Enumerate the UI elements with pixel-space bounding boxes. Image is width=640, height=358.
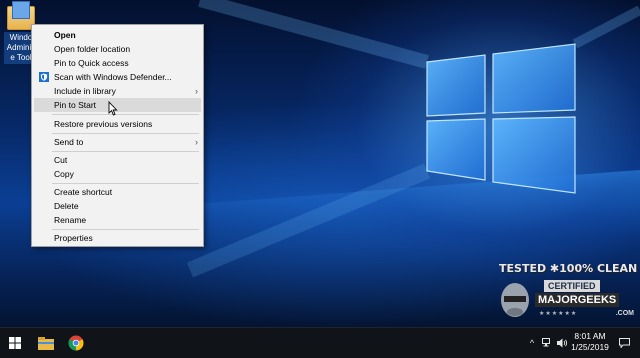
- windows-start-icon: [9, 337, 21, 349]
- watermark-line3: MAJORGEEKS: [535, 293, 620, 307]
- menu-separator: [52, 229, 199, 230]
- windows-defender-icon: [39, 72, 49, 82]
- majorgeeks-watermark: TESTED ✱100% CLEAN CERTIFIED MAJORGEEKS …: [497, 262, 638, 324]
- watermark-line2: CERTIFIED: [544, 280, 600, 292]
- menu-item-create-shortcut[interactable]: Create shortcut: [34, 185, 201, 199]
- menu-item-properties[interactable]: Properties: [34, 231, 201, 245]
- file-explorer-button[interactable]: [31, 328, 61, 358]
- menu-item-label: Restore previous versions: [54, 119, 153, 129]
- menu-item-label: Scan with Windows Defender...: [54, 72, 172, 82]
- menu-item-label: Copy: [54, 169, 74, 179]
- chevron-right-icon: ›: [195, 137, 198, 147]
- chevron-right-icon: ›: [195, 86, 198, 96]
- menu-item-send-to[interactable]: Send to ›: [34, 135, 201, 149]
- clock-date: 1/25/2019: [571, 342, 609, 352]
- menu-item-scan-defender[interactable]: Scan with Windows Defender...: [34, 70, 201, 84]
- context-menu: Open Open folder location Pin to Quick a…: [31, 24, 204, 247]
- menu-item-copy[interactable]: Copy: [34, 167, 201, 181]
- start-button[interactable]: [0, 328, 30, 358]
- clock-time: 8:01 AM: [574, 331, 606, 341]
- taskbar: ^ 8:01 AM 1/25/2019: [0, 327, 640, 358]
- network-glyph-icon: [541, 338, 550, 347]
- mouse-cursor-icon: [108, 101, 118, 116]
- watermark-line1: TESTED ✱100% CLEAN: [499, 262, 638, 275]
- menu-item-label: Create shortcut: [54, 187, 113, 197]
- menu-separator: [52, 183, 199, 184]
- menu-item-label: Properties: [54, 233, 93, 243]
- menu-separator: [52, 133, 199, 134]
- menu-item-label: Send to: [54, 137, 84, 147]
- menu-item-rename[interactable]: Rename: [34, 213, 201, 227]
- watermark-suffix: .COM: [615, 310, 634, 317]
- menu-item-label: Open folder location: [54, 44, 131, 54]
- menu-item-pin-quick-access[interactable]: Pin to Quick access: [34, 56, 201, 70]
- menu-item-label: Rename: [54, 215, 87, 225]
- mascot-icon: [501, 283, 529, 317]
- menu-item-label: Open: [54, 30, 76, 40]
- menu-item-cut[interactable]: Cut: [34, 153, 201, 167]
- menu-item-restore-previous-versions[interactable]: Restore previous versions: [34, 117, 201, 131]
- menu-item-label: Cut: [54, 155, 68, 165]
- menu-item-delete[interactable]: Delete: [34, 199, 201, 213]
- tray-chevron-icon[interactable]: ^: [526, 328, 538, 358]
- watermark-stars: ★★★★★★: [539, 311, 578, 317]
- menu-item-label: Pin to Start: [54, 100, 97, 110]
- chrome-icon: [68, 335, 84, 351]
- menu-separator: [52, 151, 199, 152]
- menu-item-include-in-library[interactable]: Include in library ›: [34, 84, 201, 98]
- network-icon[interactable]: [540, 328, 554, 358]
- system-clock[interactable]: 8:01 AM 1/25/2019: [568, 331, 612, 353]
- notification-icon: [618, 338, 630, 348]
- menu-item-label: Delete: [54, 201, 79, 211]
- volume-icon[interactable]: [555, 328, 569, 358]
- speaker-icon: [556, 338, 567, 348]
- desktop[interactable]: Windo Adminis e Tool Open Open folder loca…: [0, 0, 640, 327]
- chrome-button[interactable]: [61, 328, 91, 358]
- menu-separator: [52, 114, 199, 115]
- menu-item-open-folder-location[interactable]: Open folder location: [34, 42, 201, 56]
- menu-item-label: Pin to Quick access: [54, 58, 129, 68]
- action-center-button[interactable]: [616, 328, 632, 358]
- file-explorer-icon: [38, 336, 54, 350]
- menu-item-label: Include in library: [54, 86, 116, 96]
- menu-item-open[interactable]: Open: [34, 28, 201, 42]
